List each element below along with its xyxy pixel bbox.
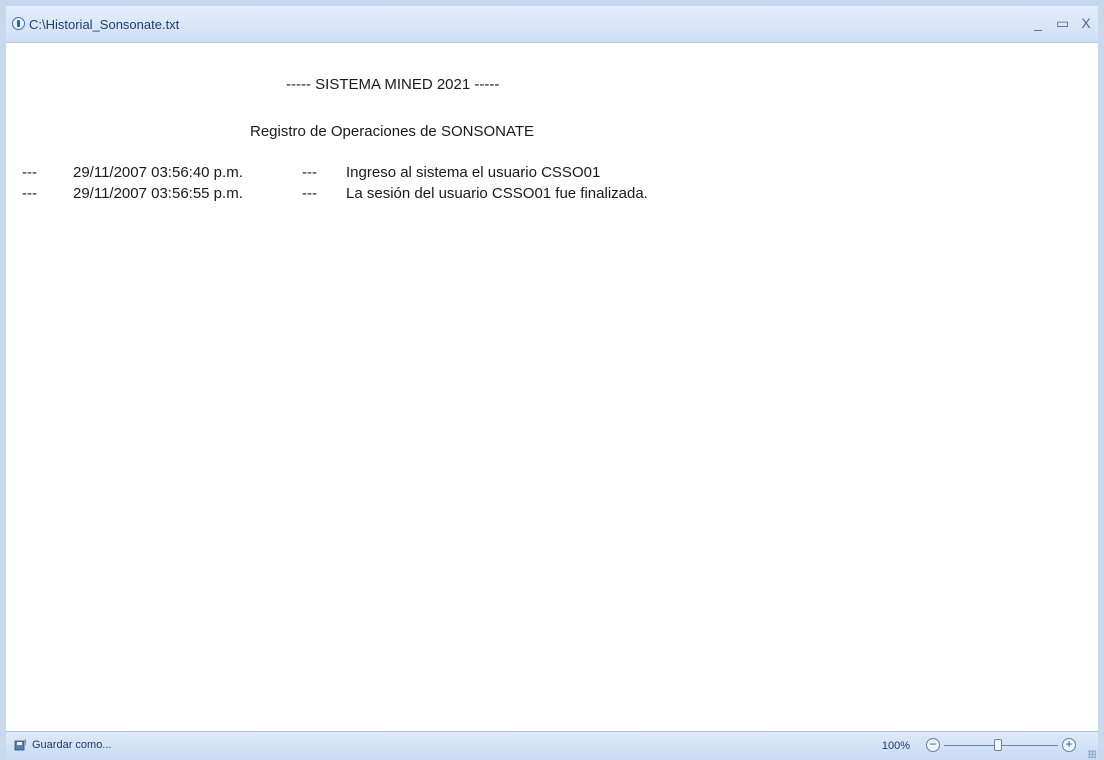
zoom-level: 100% xyxy=(881,740,910,752)
maximize-button[interactable]: ▭ xyxy=(1056,15,1069,31)
title-bar[interactable]: C:\Historial_Sonsonate.txt _ ▭ X xyxy=(6,6,1098,43)
log-separator: --- xyxy=(302,185,317,202)
text-viewer-window: C:\Historial_Sonsonate.txt _ ▭ X ----- S… xyxy=(0,0,1104,760)
resize-grip-icon[interactable] xyxy=(1088,750,1096,758)
minimize-button[interactable]: _ xyxy=(1032,15,1044,31)
zoom-out-button[interactable]: − xyxy=(926,738,940,752)
log-prefix: --- xyxy=(22,185,37,202)
log-separator: --- xyxy=(302,164,317,181)
save-as-label: Guardar como... xyxy=(32,738,112,751)
window-title: C:\Historial_Sonsonate.txt xyxy=(29,17,180,32)
log-message: Ingreso al sistema el usuario CSSO01 xyxy=(346,164,601,181)
document-header: ----- SISTEMA MINED 2021 ----- xyxy=(286,76,500,93)
save-icon xyxy=(14,738,28,751)
window-controls: _ ▭ X xyxy=(1032,15,1092,31)
save-as-button[interactable]: Guardar como... xyxy=(14,738,111,751)
document-subheader: Registro de Operaciones de SONSONATE xyxy=(250,123,535,140)
zoom-slider-thumb[interactable] xyxy=(994,739,1002,751)
close-button[interactable]: X xyxy=(1080,15,1092,31)
log-prefix: --- xyxy=(22,164,37,181)
log-timestamp: 29/11/2007 03:56:55 p.m. xyxy=(73,185,243,202)
log-timestamp: 29/11/2007 03:56:40 p.m. xyxy=(73,164,243,181)
zoom-slider[interactable] xyxy=(944,739,1058,751)
document-content[interactable]: ----- SISTEMA MINED 2021 ----- Registro … xyxy=(6,43,1098,731)
info-icon xyxy=(12,17,25,30)
zoom-in-button[interactable]: + xyxy=(1062,738,1076,752)
log-message: La sesión del usuario CSSO01 fue finaliz… xyxy=(346,185,648,202)
status-bar: Guardar como... 100% − + xyxy=(6,731,1098,760)
